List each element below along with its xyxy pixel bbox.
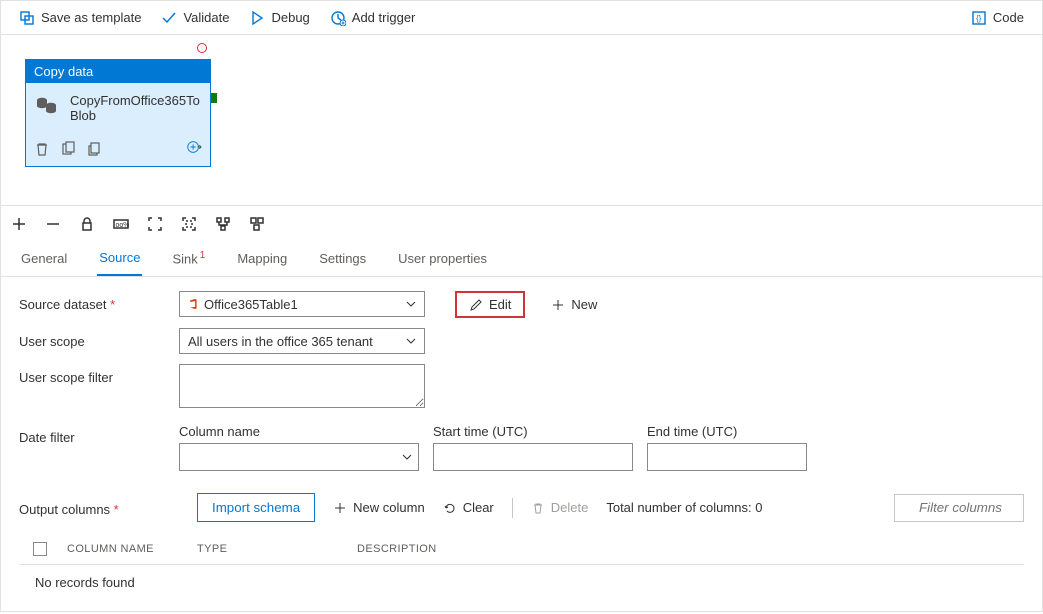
user-scope-label: User scope xyxy=(19,328,179,349)
plus-icon xyxy=(551,298,565,312)
select-all-checkbox[interactable] xyxy=(33,542,47,556)
clone-icon[interactable] xyxy=(86,141,102,157)
source-dataset-value: Office365Table1 xyxy=(204,297,298,312)
copy-icon[interactable] xyxy=(60,141,76,157)
validate-button[interactable]: Validate xyxy=(151,6,239,30)
user-scope-filter-input[interactable] xyxy=(179,364,425,408)
new-column-button[interactable]: New column xyxy=(333,500,425,515)
date-filter-column-select[interactable] xyxy=(179,443,419,471)
col-header-name: COLUMN NAME xyxy=(67,543,177,555)
tab-settings[interactable]: Settings xyxy=(317,243,368,275)
plus-icon xyxy=(333,501,347,515)
new-column-label: New column xyxy=(353,500,425,515)
treeview-icon[interactable] xyxy=(249,216,265,232)
delete-column-button: Delete xyxy=(531,500,589,515)
save-as-template-button[interactable]: Save as template xyxy=(9,6,151,30)
trash-icon[interactable] xyxy=(34,141,50,157)
start-time-input[interactable] xyxy=(433,443,633,471)
office365-icon xyxy=(188,299,198,309)
zoom-100-icon[interactable]: oo% xyxy=(113,216,129,232)
validation-dot-icon xyxy=(197,43,207,53)
refresh-icon xyxy=(443,501,457,515)
chevron-down-icon xyxy=(406,299,416,309)
source-dataset-label: Source dataset xyxy=(19,291,179,312)
end-time-header: End time (UTC) xyxy=(647,424,807,439)
success-connector[interactable] xyxy=(211,93,217,103)
save-template-label: Save as template xyxy=(41,10,141,25)
code-icon: {} xyxy=(971,10,987,26)
code-label: Code xyxy=(993,10,1024,25)
svg-text:{}: {} xyxy=(976,14,982,23)
save-template-icon xyxy=(19,10,35,26)
user-scope-select[interactable]: All users in the office 365 tenant xyxy=(179,328,425,354)
new-label: New xyxy=(571,297,597,312)
copy-data-activity[interactable]: Copy data CopyFromOffice365ToBlob xyxy=(25,59,211,167)
fit-to-screen-icon[interactable] xyxy=(181,216,197,232)
checkmark-icon xyxy=(161,10,177,26)
chevron-down-icon xyxy=(402,452,412,462)
trigger-icon xyxy=(330,10,346,26)
canvas-mini-toolbar: oo% xyxy=(1,205,1042,241)
clear-label: Clear xyxy=(463,500,494,515)
debug-button[interactable]: Debug xyxy=(239,6,319,30)
total-columns-count: Total number of columns: 0 xyxy=(606,500,762,515)
add-output-icon[interactable] xyxy=(186,139,202,155)
lock-icon[interactable] xyxy=(79,216,95,232)
tab-sink[interactable]: Sink1 xyxy=(170,242,207,275)
col-header-description: DESCRIPTION xyxy=(357,543,437,555)
edit-label: Edit xyxy=(489,297,511,312)
delete-label: Delete xyxy=(551,500,589,515)
pencil-icon xyxy=(469,298,483,312)
add-trigger-button[interactable]: Add trigger xyxy=(320,6,426,30)
clear-columns-button[interactable]: Clear xyxy=(443,500,494,515)
no-records-message: No records found xyxy=(19,564,1024,600)
import-schema-button[interactable]: Import schema xyxy=(197,493,315,522)
user-scope-value: All users in the office 365 tenant xyxy=(188,334,373,349)
end-time-input[interactable] xyxy=(647,443,807,471)
edit-dataset-button[interactable]: Edit xyxy=(455,291,525,318)
source-form: Source dataset Office365Table1 Edit New … xyxy=(1,277,1042,614)
tab-mapping[interactable]: Mapping xyxy=(235,243,289,275)
activity-footer xyxy=(26,133,210,166)
auto-align-icon[interactable] xyxy=(215,216,231,232)
add-trigger-label: Add trigger xyxy=(352,10,416,25)
user-scope-filter-label: User scope filter xyxy=(19,364,179,385)
column-name-header: Column name xyxy=(179,424,419,439)
output-columns-label: Output columns xyxy=(19,498,179,517)
start-time-header: Start time (UTC) xyxy=(433,424,633,439)
activity-name: CopyFromOffice365ToBlob xyxy=(70,93,202,123)
new-dataset-button[interactable]: New xyxy=(543,293,605,316)
validate-label: Validate xyxy=(183,10,229,25)
activity-tabs: General Source Sink1 Mapping Settings Us… xyxy=(1,241,1042,277)
debug-label: Debug xyxy=(271,10,309,25)
sink-badge: 1 xyxy=(200,250,206,261)
trash-icon xyxy=(531,501,545,515)
remove-icon[interactable] xyxy=(45,216,61,232)
database-icon xyxy=(34,93,60,119)
play-icon xyxy=(249,10,265,26)
source-dataset-select[interactable]: Office365Table1 xyxy=(179,291,425,317)
pipeline-canvas[interactable]: Copy data CopyFromOffice365ToBlob xyxy=(1,35,1042,205)
tab-source[interactable]: Source xyxy=(97,242,142,276)
add-icon[interactable] xyxy=(11,216,27,232)
output-columns-grid-header: COLUMN NAME TYPE DESCRIPTION xyxy=(19,532,1024,564)
chevron-down-icon xyxy=(406,336,416,346)
col-header-type: TYPE xyxy=(197,543,337,555)
filter-columns-input[interactable] xyxy=(894,494,1024,522)
tab-user-properties[interactable]: User properties xyxy=(396,243,489,275)
tab-general[interactable]: General xyxy=(19,243,69,275)
fullscreen-icon[interactable] xyxy=(147,216,163,232)
date-filter-label: Date filter xyxy=(19,424,179,445)
svg-text:oo%: oo% xyxy=(116,222,130,229)
code-button[interactable]: {} Code xyxy=(961,6,1034,30)
top-toolbar: Save as template Validate Debug Add trig… xyxy=(1,1,1042,35)
activity-header: Copy data xyxy=(26,60,210,83)
